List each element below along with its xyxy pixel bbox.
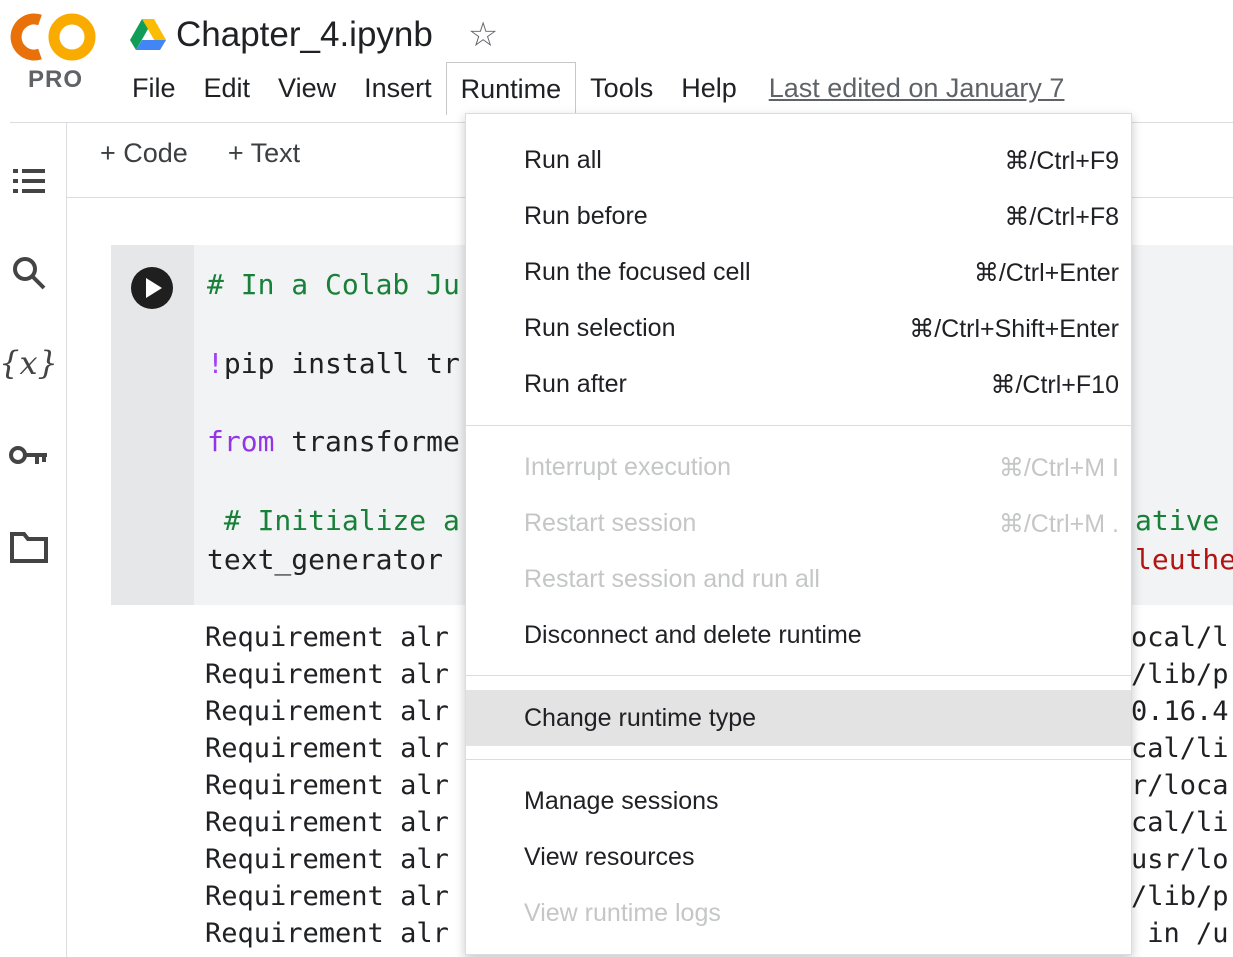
code-line: from transforme bbox=[207, 425, 460, 458]
output-line: Requirement alr bbox=[205, 733, 449, 764]
menu-separator bbox=[466, 759, 1131, 760]
menu-item-label: View resources bbox=[524, 843, 695, 871]
shortcut-label: ⌘/Ctrl+F8 bbox=[1004, 203, 1119, 231]
output-line-tail: usr/lo bbox=[1131, 844, 1229, 875]
menu-runtime[interactable]: Runtime bbox=[445, 61, 577, 115]
menubar: File Edit View Insert Runtime Tools Help… bbox=[118, 61, 1065, 115]
google-drive-icon bbox=[130, 19, 166, 50]
shortcut-label: ⌘/Ctrl+M . bbox=[998, 510, 1119, 538]
menu-item-view-runtime-logs: View runtime logs bbox=[466, 885, 1131, 941]
menu-item-label: Restart session bbox=[524, 509, 697, 537]
code-line: # Initialize a bbox=[207, 504, 460, 537]
bang-token: ! bbox=[207, 347, 224, 380]
output-line: Requirement alr bbox=[205, 918, 449, 949]
output-line-tail: 0.16.4 bbox=[1131, 696, 1229, 727]
code-line: # In a Colab Ju bbox=[207, 268, 460, 301]
output-line-tail: cal/li bbox=[1131, 807, 1229, 838]
menu-item-restart-session: Restart session ⌘/Ctrl+M . bbox=[466, 495, 1131, 551]
shortcut-label: ⌘/Ctrl+M I bbox=[998, 454, 1119, 482]
output-line: Requirement alr bbox=[205, 659, 449, 690]
menu-item-label: Interrupt execution bbox=[524, 453, 732, 481]
output-line-tail: in /u bbox=[1131, 918, 1229, 949]
output-line-tail: /lib/p bbox=[1131, 659, 1229, 690]
menu-item-change-runtime-type[interactable]: Change runtime type bbox=[466, 690, 1131, 746]
pro-badge: PRO bbox=[28, 66, 84, 93]
menu-item-label: Run the focused cell bbox=[524, 258, 751, 286]
menu-item-label: Change runtime type bbox=[524, 704, 757, 732]
menu-item-run-after[interactable]: Run after ⌘/Ctrl+F10 bbox=[466, 356, 1131, 412]
output-line: Requirement alr bbox=[205, 881, 449, 912]
sidebar-divider bbox=[66, 123, 67, 957]
variables-icon[interactable]: {x} bbox=[0, 340, 58, 385]
output-line: Requirement alr bbox=[205, 696, 449, 727]
menu-item-label: View runtime logs bbox=[524, 899, 721, 927]
output-line-tail: r/loca bbox=[1131, 770, 1229, 801]
output-line: Requirement alr bbox=[205, 622, 449, 653]
menu-item-restart-and-run-all: Restart session and run all bbox=[466, 551, 1131, 607]
menu-item-label: Run selection bbox=[524, 314, 676, 342]
code-line-tail: ative bbox=[1135, 504, 1220, 537]
last-edited-link[interactable]: Last edited on January 7 bbox=[769, 62, 1065, 114]
star-icon[interactable]: ☆ bbox=[468, 15, 498, 55]
code-line-tail: leuthe bbox=[1135, 543, 1233, 576]
shortcut-label: ⌘/Ctrl+Enter bbox=[973, 259, 1119, 287]
folder-icon[interactable] bbox=[6, 524, 51, 569]
menu-item-run-selection[interactable]: Run selection ⌘/Ctrl+Shift+Enter bbox=[466, 300, 1131, 356]
menu-item-disconnect-delete-runtime[interactable]: Disconnect and delete runtime bbox=[466, 607, 1131, 663]
menu-view[interactable]: View bbox=[264, 62, 350, 114]
code-line: !pip install tr bbox=[207, 347, 460, 380]
output-line: Requirement alr bbox=[205, 844, 449, 875]
menu-item-label: Disconnect and delete runtime bbox=[524, 621, 862, 649]
colab-logo-icon bbox=[10, 13, 96, 61]
menu-separator bbox=[466, 425, 1131, 426]
notebook-title[interactable]: Chapter_4.ipynb bbox=[176, 15, 433, 55]
code-token: transforme bbox=[274, 425, 460, 458]
search-icon[interactable] bbox=[6, 250, 51, 295]
code-line: text_generator bbox=[207, 543, 444, 576]
menu-item-label: Run after bbox=[524, 370, 627, 398]
keyword-token: from bbox=[207, 425, 275, 458]
menu-item-interrupt-execution: Interrupt execution ⌘/Ctrl+M I bbox=[466, 439, 1131, 495]
shortcut-label: ⌘/Ctrl+Shift+Enter bbox=[909, 315, 1119, 343]
menu-item-run-all[interactable]: Run all ⌘/Ctrl+F9 bbox=[466, 132, 1131, 188]
menu-item-label: Run all bbox=[524, 146, 602, 174]
menu-item-label: Manage sessions bbox=[524, 787, 719, 815]
cell-toolbar: + Code + Text bbox=[100, 138, 340, 169]
menu-item-manage-sessions[interactable]: Manage sessions bbox=[466, 773, 1131, 829]
menu-item-run-focused-cell[interactable]: Run the focused cell ⌘/Ctrl+Enter bbox=[466, 244, 1131, 300]
output-line-tail: cal/li bbox=[1131, 733, 1229, 764]
secrets-key-icon[interactable] bbox=[6, 432, 51, 477]
code-token: pip install tr bbox=[223, 347, 460, 380]
menu-file[interactable]: File bbox=[118, 62, 190, 114]
menu-tools[interactable]: Tools bbox=[576, 62, 667, 114]
shortcut-label: ⌘/Ctrl+F10 bbox=[990, 371, 1119, 399]
menu-item-view-resources[interactable]: View resources bbox=[466, 829, 1131, 885]
run-cell-button[interactable] bbox=[131, 267, 173, 309]
menu-insert[interactable]: Insert bbox=[350, 62, 446, 114]
menu-separator bbox=[466, 675, 1131, 676]
menu-item-label: Restart session and run all bbox=[524, 565, 820, 593]
add-text-button[interactable]: + Text bbox=[228, 138, 300, 169]
output-line: Requirement alr bbox=[205, 807, 449, 838]
toc-icon[interactable] bbox=[6, 158, 51, 203]
menu-help[interactable]: Help bbox=[667, 62, 751, 114]
output-line-tail: /lib/p bbox=[1131, 881, 1229, 912]
shortcut-label: ⌘/Ctrl+F9 bbox=[1004, 147, 1119, 175]
output-line-tail: ocal/l bbox=[1131, 622, 1229, 653]
menu-edit[interactable]: Edit bbox=[190, 62, 265, 114]
title-row: Chapter_4.ipynb ☆ bbox=[130, 10, 498, 60]
menu-item-label: Run before bbox=[524, 202, 648, 230]
add-code-button[interactable]: + Code bbox=[100, 138, 188, 169]
colab-pro-logo[interactable]: PRO bbox=[10, 10, 100, 95]
runtime-menu: Run all ⌘/Ctrl+F9 Run before ⌘/Ctrl+F8 Run… bbox=[465, 113, 1132, 955]
output-line: Requirement alr bbox=[205, 770, 449, 801]
menu-item-run-before[interactable]: Run before ⌘/Ctrl+F8 bbox=[466, 188, 1131, 244]
